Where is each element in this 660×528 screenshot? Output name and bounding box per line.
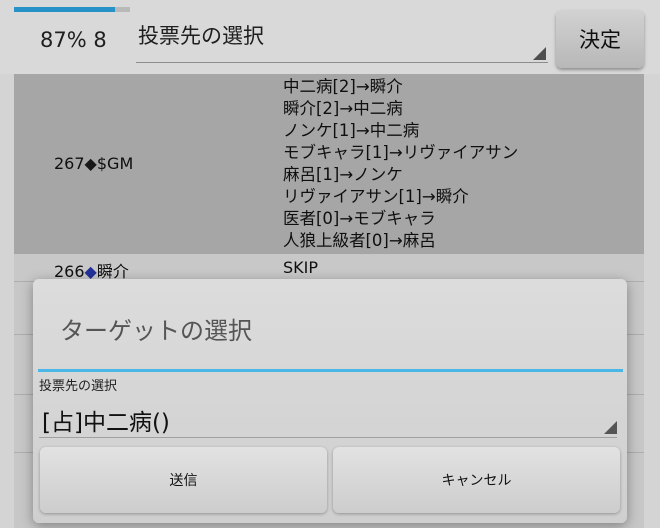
title-divider (38, 369, 623, 372)
target-field-label: 投票先の選択 (39, 379, 118, 394)
dialog-title: ターゲットの選択 (60, 317, 252, 345)
dropdown-arrow-icon (604, 421, 617, 434)
cancel-button[interactable]: キャンセル (333, 447, 620, 513)
target-dropdown[interactable]: [占]中二病() (39, 397, 617, 438)
send-button[interactable]: 送信 (40, 447, 327, 513)
target-dropdown-value: [占]中二病() (42, 410, 170, 436)
target-select-dialog: ターゲットの選択 投票先の選択 [占]中二病() 送信 キャンセル (33, 279, 627, 523)
